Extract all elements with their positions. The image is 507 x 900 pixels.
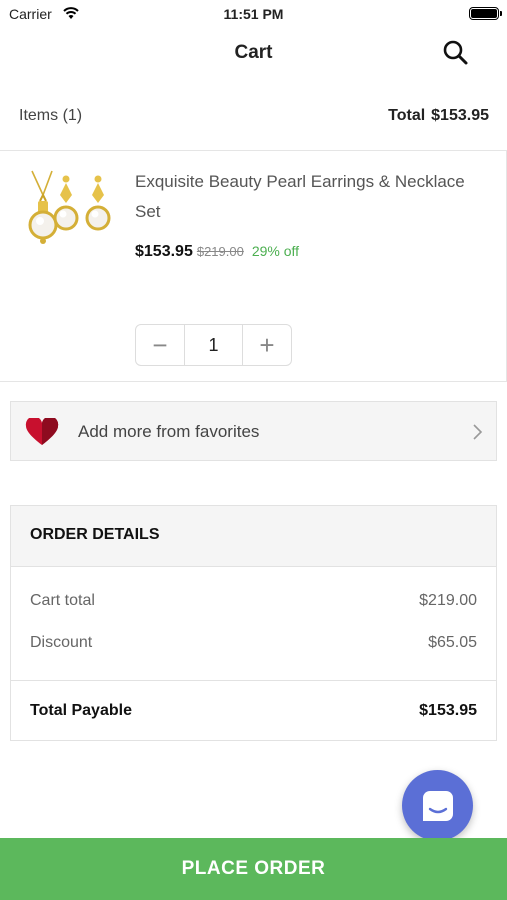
price-row: $153.95 $219.00 29% off	[135, 243, 299, 261]
favorites-label: Add more from favorites	[78, 422, 260, 441]
total-payable-value: $153.95	[419, 702, 477, 719]
chat-button[interactable]	[402, 770, 473, 841]
cart-total: Total $153.95	[382, 107, 489, 125]
cart-item: Exquisite Beauty Pearl Earrings & Neckla…	[0, 150, 507, 382]
order-details-title: ORDER DETAILS	[11, 506, 496, 567]
order-row-total-payable: Total Payable $153.95	[30, 702, 477, 720]
order-details-panel: ORDER DETAILS Cart total $219.00 Discoun…	[10, 505, 497, 741]
product-image[interactable]	[18, 165, 118, 265]
increase-quantity-button[interactable]: +	[243, 325, 291, 365]
discount-badge: 29% off	[251, 243, 300, 259]
search-icon[interactable]	[440, 38, 470, 68]
quantity-stepper: − 1 +	[135, 324, 292, 366]
order-row-label: Discount	[30, 634, 93, 651]
original-price: $219.00	[196, 244, 244, 259]
order-row-value: $219.00	[419, 592, 477, 609]
items-count: Items (1)	[19, 107, 83, 124]
divider	[11, 680, 496, 681]
total-payable-label: Total Payable	[30, 702, 132, 719]
order-row-cart-total: Cart total $219.00	[30, 592, 477, 610]
product-price: $153.95	[135, 243, 193, 260]
battery-icon	[469, 7, 502, 20]
place-order-button[interactable]: PLACE ORDER	[0, 838, 507, 900]
heart-icon	[25, 416, 59, 446]
order-row-discount: Discount $65.05	[30, 634, 477, 652]
decrease-quantity-button[interactable]: −	[136, 325, 184, 365]
clock: 11:51 PM	[223, 6, 284, 22]
add-from-favorites-row[interactable]: Add more from favorites	[10, 401, 497, 461]
product-name[interactable]: Exquisite Beauty Pearl Earrings & Neckla…	[135, 167, 465, 227]
order-row-value: $65.05	[428, 634, 477, 651]
quantity-value: 1	[184, 325, 243, 365]
chevron-right-icon	[472, 422, 484, 442]
page-title: Cart	[234, 42, 273, 63]
status-bar: Carrier 11:51 PM	[0, 0, 507, 28]
total-value: $153.95	[431, 107, 489, 124]
chat-icon	[423, 791, 453, 821]
order-row-label: Cart total	[30, 592, 95, 609]
total-label: Total	[388, 107, 426, 124]
